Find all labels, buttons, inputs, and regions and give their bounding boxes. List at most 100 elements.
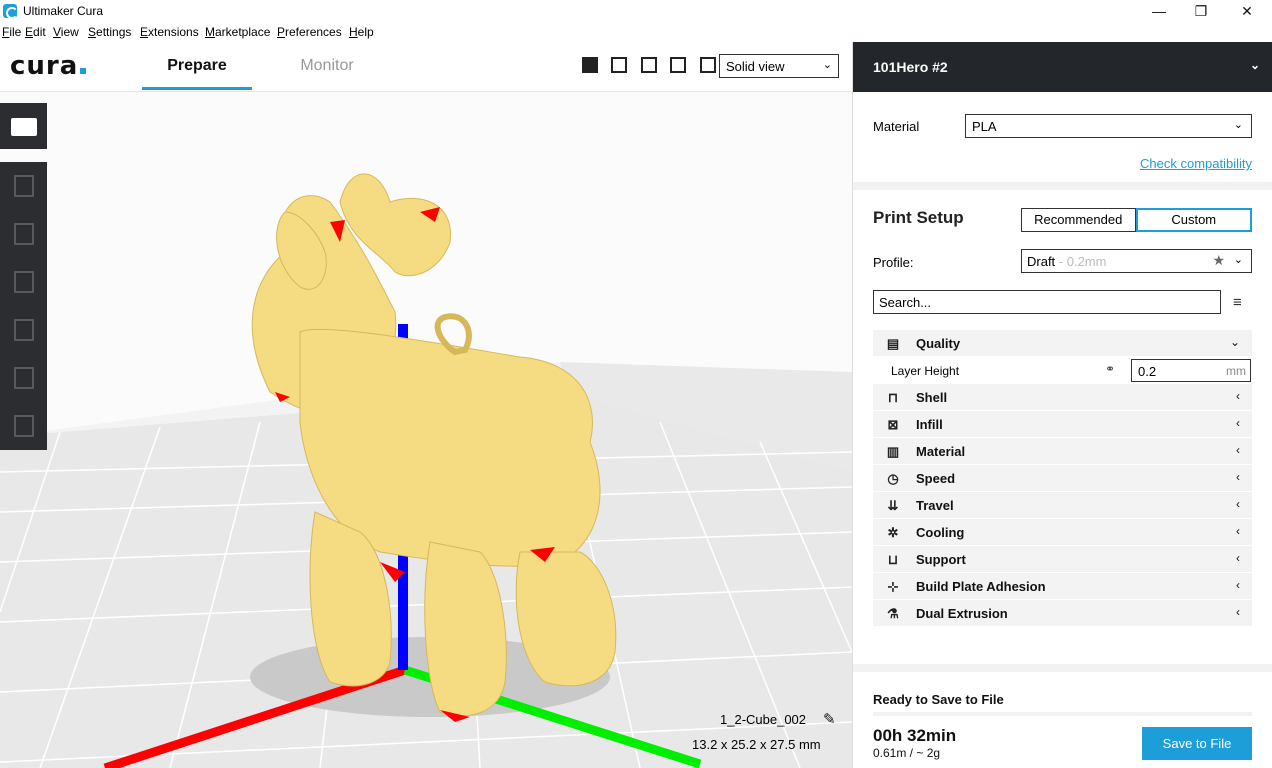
category-name: Build Plate Adhesion xyxy=(916,579,1046,594)
save-to-file-button[interactable]: Save to File xyxy=(1142,727,1252,760)
print-settings-panel: 101Hero #2 ⌄ Material PLA ⌄ Check compat… xyxy=(852,42,1272,768)
layer-height-input[interactable]: 0.2 mm xyxy=(1131,359,1251,382)
settings-visibility-menu-icon[interactable]: ≡ xyxy=(1233,294,1242,311)
settings-list: ▤ Quality ⌄ Layer Height ⚭ 0.2 mm ⊓ Shell… xyxy=(873,330,1252,627)
menu-view[interactable]: View xyxy=(53,25,79,39)
move-tool-icon xyxy=(13,175,34,197)
front-view-icon[interactable] xyxy=(611,57,628,73)
category-dual-extrusion[interactable]: ⚗ Dual Extrusion ‹ xyxy=(873,600,1252,627)
per-model-settings-icon xyxy=(13,367,34,389)
view-mode-value: Solid view xyxy=(726,59,785,74)
profile-value: Draft xyxy=(1027,254,1056,269)
output-panel: Ready to Save to File 00h 32min 0.61m / … xyxy=(853,664,1272,768)
quality-icon: ▤ xyxy=(886,336,900,351)
recommended-button[interactable]: Recommended xyxy=(1021,208,1136,232)
menu-bar: File Edit View Settings Extensions Marke… xyxy=(0,22,1272,42)
logo-dot-icon xyxy=(80,68,87,74)
status-text: Ready to Save to File xyxy=(873,692,1004,707)
link-icon[interactable]: ⚭ xyxy=(1105,362,1115,376)
view-mode-select[interactable]: Solid view ⌄ xyxy=(719,54,839,78)
menu-settings[interactable]: Settings xyxy=(88,25,131,39)
category-list: ⊓ Shell ‹ ⊠ Infill ‹ ▥ Material ‹ ◷ Speed ‹ ⇊ Travel ‹… xyxy=(873,384,1252,627)
move-tool-button[interactable] xyxy=(0,162,47,210)
category-shell[interactable]: ⊓ Shell ‹ xyxy=(873,384,1252,411)
open-file-button[interactable] xyxy=(0,103,47,149)
tab-prepare[interactable]: Prepare xyxy=(142,42,252,90)
category-infill[interactable]: ⊠ Infill ‹ xyxy=(873,411,1252,438)
adhesion-icon: ⊹ xyxy=(887,579,899,594)
progress-bar xyxy=(873,712,1252,716)
category-name: Speed xyxy=(916,471,956,486)
per-model-settings-button[interactable] xyxy=(0,354,47,402)
chevron-down-icon: ⌄ xyxy=(822,59,832,71)
printer-name: 101Hero #2 xyxy=(873,59,948,75)
cura-app-icon xyxy=(3,4,18,19)
category-build-plate-adhesion[interactable]: ⊹ Build Plate Adhesion ‹ xyxy=(873,573,1252,600)
scale-tool-icon xyxy=(13,223,34,245)
infill-icon: ⊠ xyxy=(887,417,899,432)
right-view-icon[interactable] xyxy=(699,57,716,73)
category-name: Travel xyxy=(916,498,954,513)
layer-height-unit: mm xyxy=(1226,364,1246,378)
category-name: Dual Extrusion xyxy=(916,606,1008,621)
profile-select[interactable]: Draft - 0.2mm ★ ⌄ xyxy=(1021,249,1252,273)
tab-monitor[interactable]: Monitor xyxy=(272,42,382,90)
model-dimensions: 13.2 x 25.2 x 27.5 mm xyxy=(692,737,821,752)
check-compatibility-link[interactable]: Check compatibility xyxy=(1140,156,1252,171)
top-view-icon[interactable] xyxy=(640,57,657,73)
menu-help[interactable]: Help xyxy=(349,25,374,39)
setup-mode-toggle: Recommended Custom xyxy=(1021,208,1252,232)
scale-tool-button[interactable] xyxy=(0,210,47,258)
chevron-left-icon: ‹ xyxy=(1236,605,1240,619)
model-name: 1_2-Cube_002 xyxy=(720,712,807,727)
category-quality[interactable]: ▤ Quality ⌄ xyxy=(873,330,1252,357)
3d-viewport[interactable]: 1_2-Cube_002 ✎ 13.2 x 25.2 x 27.5 mm xyxy=(0,92,852,768)
chevron-left-icon: ‹ xyxy=(1236,470,1240,484)
category-travel[interactable]: ⇊ Travel ‹ xyxy=(873,492,1252,519)
left-view-icon[interactable] xyxy=(670,57,687,73)
close-button[interactable]: ✕ xyxy=(1224,0,1270,22)
open-file-icon xyxy=(10,118,37,136)
print-time: 00h 32min xyxy=(873,726,957,745)
shell-icon: ⊓ xyxy=(887,390,899,405)
material-usage: 0.61m / ~ 2g xyxy=(873,746,941,760)
print-setup-title: Print Setup xyxy=(873,208,964,227)
support-blocker-icon xyxy=(13,415,34,437)
3d-view-icon[interactable] xyxy=(582,57,598,73)
chevron-left-icon: ‹ xyxy=(1236,497,1240,511)
category-material[interactable]: ▥ Material ‹ xyxy=(873,438,1252,465)
chevron-left-icon: ‹ xyxy=(1236,443,1240,457)
profile-label: Profile: xyxy=(873,255,914,270)
material-label: Material xyxy=(873,119,920,134)
menu-extensions[interactable]: Extensions xyxy=(140,25,199,39)
category-support[interactable]: ⊔ Support ‹ xyxy=(873,546,1252,573)
menu-file[interactable]: File xyxy=(2,25,21,39)
setting-label: Layer Height xyxy=(891,364,960,378)
category-speed[interactable]: ◷ Speed ‹ xyxy=(873,465,1252,492)
category-cooling[interactable]: ✲ Cooling ‹ xyxy=(873,519,1252,546)
printer-selector[interactable]: 101Hero #2 ⌄ xyxy=(853,42,1272,92)
menu-edit[interactable]: Edit xyxy=(25,25,46,39)
chevron-left-icon: ‹ xyxy=(1236,416,1240,430)
minimize-button[interactable]: — xyxy=(1136,0,1182,22)
material-select[interactable]: PLA ⌄ xyxy=(965,114,1252,138)
settings-search-input[interactable]: Search... xyxy=(873,290,1221,314)
category-name: Material xyxy=(916,444,966,459)
category-name: Cooling xyxy=(916,525,965,540)
chevron-left-icon: ‹ xyxy=(1236,524,1240,538)
menu-preferences[interactable]: Preferences xyxy=(277,25,342,39)
title-bar: Ultimaker Cura — ❐ ✕ xyxy=(0,0,1272,22)
maximize-button[interactable]: ❐ xyxy=(1178,0,1224,22)
menu-marketplace[interactable]: Marketplace xyxy=(205,25,270,39)
mirror-tool-icon xyxy=(13,319,34,341)
chevron-left-icon: ‹ xyxy=(1236,389,1240,403)
support-blocker-button[interactable] xyxy=(0,402,47,450)
rotate-tool-button[interactable] xyxy=(0,258,47,306)
speed-icon: ◷ xyxy=(887,471,899,486)
edit-name-icon[interactable]: ✎ xyxy=(823,710,836,728)
support-icon: ⊔ xyxy=(887,552,899,567)
chevron-left-icon: ‹ xyxy=(1236,578,1240,592)
mirror-tool-button[interactable] xyxy=(0,306,47,354)
chevron-down-icon: ⌄ xyxy=(1233,119,1243,131)
custom-button[interactable]: Custom xyxy=(1135,208,1252,232)
